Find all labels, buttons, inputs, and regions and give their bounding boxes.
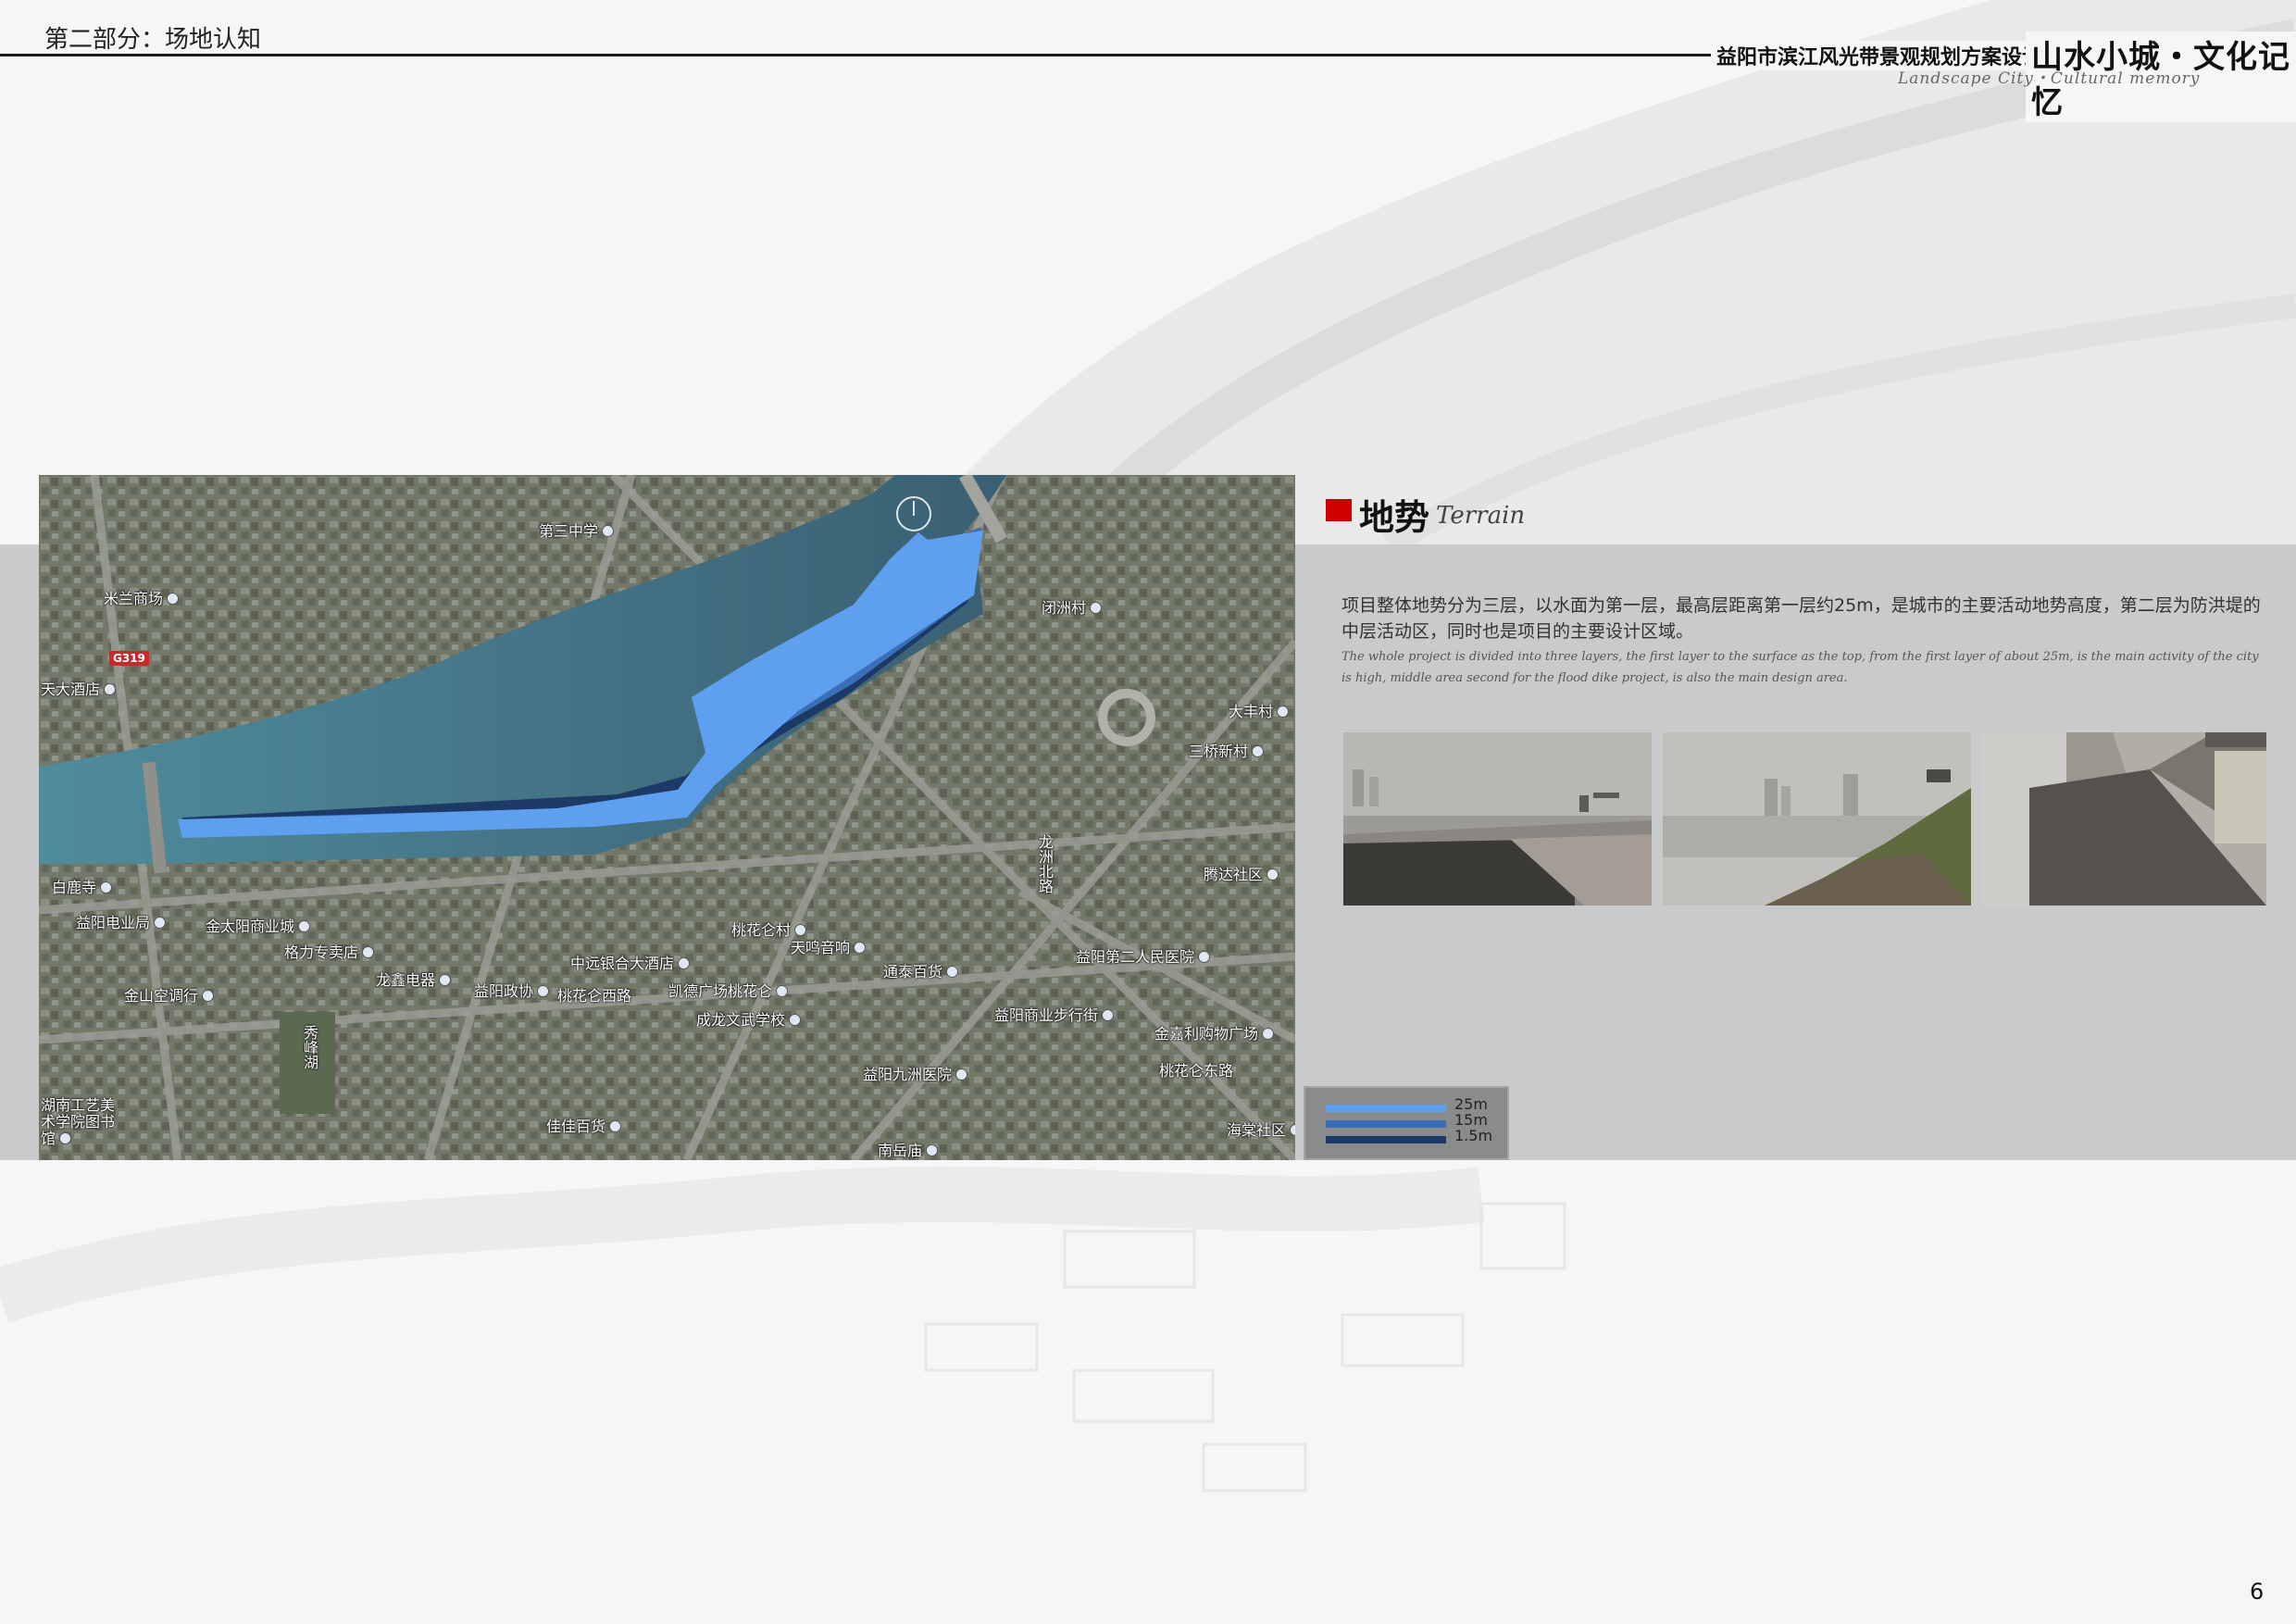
map-label: 龙洲北路: [1036, 834, 1054, 893]
heading-marker: [1326, 499, 1352, 521]
map-label: 大丰村: [1229, 699, 1289, 721]
map-label: 桃花仑东路: [1159, 1062, 1234, 1080]
map-label: 秀峰湖: [301, 1025, 318, 1069]
map-label: 益阳商业步行街: [994, 1003, 1114, 1025]
terrain-description-en: The whole project is divided into three …: [1341, 650, 2259, 685]
aerial-map: 第三中学 米兰商场 G319 天大酒店 闭洲村 大丰村 三桥新村 白鹿寺 益阳电…: [39, 475, 1295, 1160]
map-label: 金嘉利购物广场: [1154, 1021, 1274, 1043]
page-number: 6: [2250, 1579, 2265, 1605]
legend-swatch-25m: [1326, 1105, 1446, 1112]
terrain-heading: 地势: [1359, 497, 1430, 538]
terrain-description: 项目整体地势分为三层，以水面为第一层，最高层距离第一层约25m，是城市的主要活动…: [1341, 595, 2261, 642]
legend-label: 1.5m: [1454, 1127, 1493, 1144]
map-label: 益阳第二人民医院: [1076, 944, 1210, 967]
map-label: 闭洲村: [1042, 595, 1102, 618]
map-label: 第三中学: [539, 518, 614, 541]
slogan-subtitle: Landscape City・Cultural memory: [1898, 69, 2201, 88]
map-label: 桃花仑西路: [557, 987, 632, 1005]
map-label: 金太阳商业城: [206, 914, 310, 936]
map-graphics: [39, 475, 1295, 1160]
section-label: 第二部分：场地认知: [44, 26, 262, 54]
road-badge: G319: [109, 651, 149, 666]
map-label: 益阳政协: [474, 979, 549, 1001]
map-label: 三桥新村: [1189, 739, 1264, 761]
map-label: 天大酒店: [41, 677, 116, 699]
legend-swatch-1-5m: [1326, 1136, 1446, 1143]
elevation-legend: 25m 15m 1.5m: [1304, 1086, 1509, 1160]
map-label: 天鸣音响: [791, 935, 866, 957]
map-label: 中远银合大酒店: [570, 951, 690, 973]
map-label: 佳佳百货: [546, 1114, 621, 1136]
terrain-heading-en: Terrain: [1436, 502, 1526, 530]
map-label: 益阳电业局: [76, 910, 166, 932]
site-photo-2: [1663, 732, 1971, 906]
map-label: 湖南工艺美术学院图书馆: [41, 1097, 124, 1147]
map-label: 金山空调行: [124, 983, 214, 1006]
map-label: 通泰百货: [883, 959, 958, 981]
map-label: 白鹿寺: [52, 875, 112, 897]
map-label: 龙鑫电器: [376, 968, 451, 990]
map-label: 成龙文武学校: [696, 1007, 801, 1030]
map-label: 凯德广场桃花仑: [668, 979, 788, 1001]
legend-swatch-15m: [1326, 1120, 1446, 1128]
site-photo-3: [1983, 732, 2266, 906]
site-photo-1: [1343, 732, 1652, 906]
map-label: 腾达社区: [1204, 862, 1279, 884]
map-label: 益阳九洲医院: [863, 1062, 967, 1084]
map-label: 南岳庙: [878, 1138, 938, 1160]
map-label: 米兰商场: [104, 586, 179, 608]
map-label: 海棠社区: [1227, 1118, 1295, 1140]
map-label: 格力专卖店: [284, 940, 374, 962]
